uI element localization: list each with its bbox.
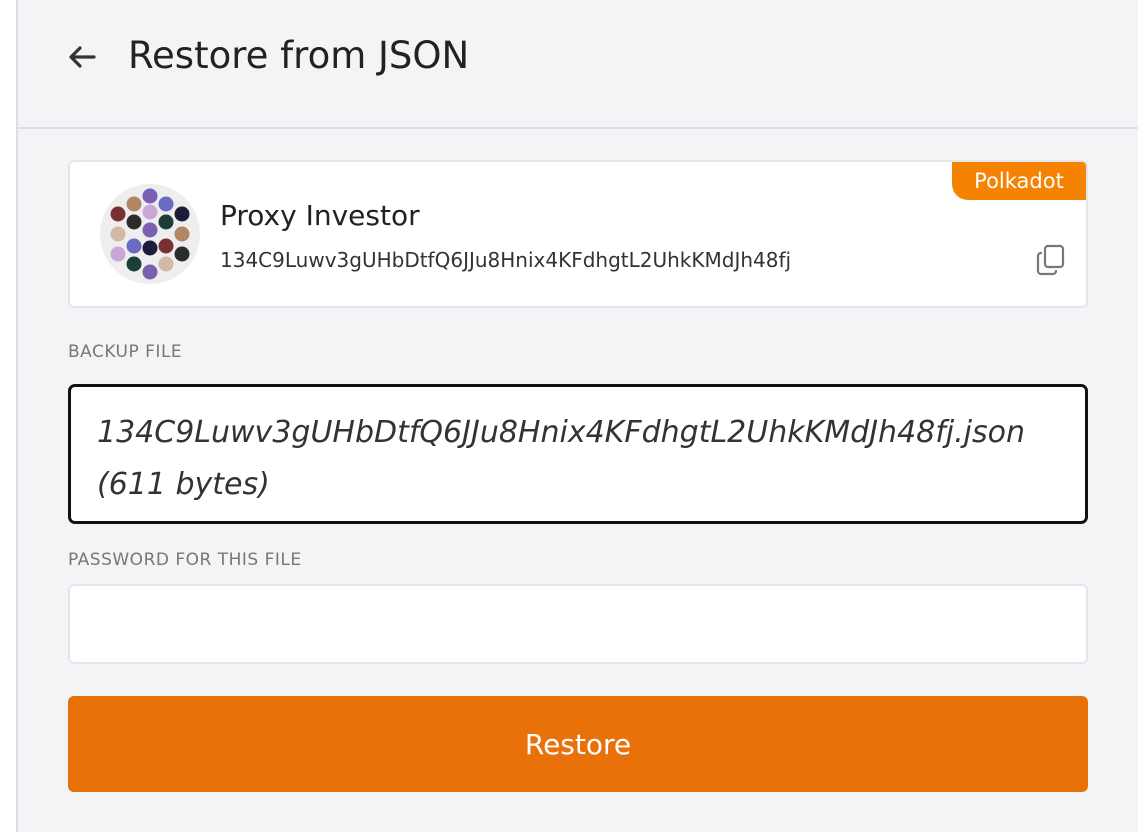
identicon-dot <box>158 256 174 272</box>
account-card: Polkadot Proxy Investor 134C9Luwv3gUHbDt… <box>68 160 1088 308</box>
identicon[interactable] <box>100 184 200 284</box>
backup-file-name: 134C9Luwv3gUHbDtfQ6JJu8Hnix4KFdhgtL2UhkK… <box>97 415 1026 502</box>
identicon-dot <box>142 264 158 280</box>
restore-button[interactable]: Restore <box>68 696 1088 792</box>
backup-file-dropzone[interactable]: 134C9Luwv3gUHbDtfQ6JJu8Hnix4KFdhgtL2UhkK… <box>68 384 1088 524</box>
identicon-dot <box>142 240 158 256</box>
copy-icon <box>1036 244 1065 276</box>
identicon-dot <box>158 214 174 230</box>
identicon-dot <box>126 238 142 254</box>
identicon-dot <box>158 196 174 212</box>
page-header: Restore from JSON <box>18 0 1138 129</box>
password-input[interactable] <box>68 584 1088 664</box>
identicon-dot <box>142 188 158 204</box>
copy-address-button[interactable] <box>1036 244 1066 276</box>
identicon-dot <box>174 206 190 222</box>
identicon-dot <box>126 256 142 272</box>
arrow-left-icon <box>69 46 96 68</box>
identicon-dot <box>174 226 190 242</box>
identicon-dot <box>142 222 158 238</box>
backup-file-label: BACKUP FILE <box>68 342 183 362</box>
identicon-dot <box>110 206 126 222</box>
password-label: PASSWORD FOR THIS FILE <box>68 550 302 570</box>
network-badge: Polkadot <box>952 162 1086 200</box>
identicon-dot <box>142 204 158 220</box>
page-title: Restore from JSON <box>128 34 470 77</box>
identicon-dot <box>174 246 190 262</box>
account-name: Proxy Investor <box>220 199 420 232</box>
identicon-dot <box>110 246 126 262</box>
account-address: 134C9Luwv3gUHbDtfQ6JJu8Hnix4KFdhgtL2UhkK… <box>220 248 792 272</box>
identicon-dot <box>126 196 142 212</box>
identicon-dot <box>126 214 142 230</box>
identicon-dot <box>158 238 174 254</box>
restore-panel: Restore from JSON Polkadot Proxy Investo… <box>16 0 1138 832</box>
back-button[interactable] <box>64 40 98 74</box>
identicon-dot <box>110 226 126 242</box>
